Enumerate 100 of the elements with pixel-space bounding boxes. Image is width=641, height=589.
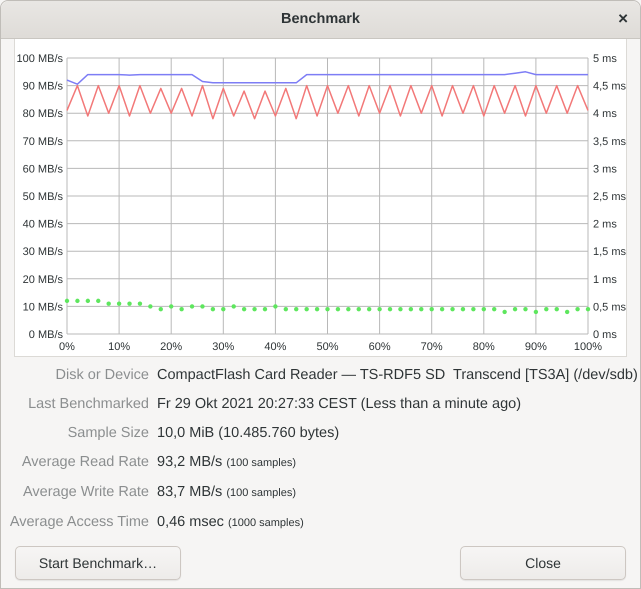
point (366, 306, 372, 312)
close-button[interactable]: × (614, 8, 632, 29)
point (512, 306, 518, 312)
y-axis-label: 70 MB/s (22, 136, 63, 148)
point (96, 298, 100, 304)
point (294, 306, 298, 312)
x-axis-label: 90% (524, 341, 547, 353)
point (304, 306, 309, 312)
point (356, 306, 361, 312)
y-axis-label: 1 ms (593, 274, 617, 286)
y-axis-label: 10 MB/s (22, 301, 63, 314)
y-axis-label: 30 MB/s (22, 246, 63, 258)
point (492, 306, 496, 312)
point (106, 301, 111, 306)
y-axis-label: 90 MB/s (22, 80, 63, 93)
y-axis-label: 100 MB/s (16, 53, 63, 65)
y-axis-label: 20 MB/s (22, 274, 63, 286)
point (221, 306, 226, 312)
detail-label: Average Read Rate (20, 453, 149, 472)
point (284, 306, 288, 312)
detail-label: Sample Size (66, 424, 149, 443)
point (440, 306, 444, 312)
point (408, 306, 414, 312)
detail-value: 93,2 MB/s (100 samples) (157, 453, 298, 472)
point (502, 310, 507, 314)
point (262, 306, 268, 312)
detail-label: Average Access Time (8, 513, 149, 532)
point (158, 306, 163, 312)
detail-value: Fr 29 Okt 2021 20:27:33 CEST (Less than a minute ago) (157, 395, 522, 414)
x-axis-label: 100% (574, 341, 602, 353)
point (564, 310, 570, 314)
point (471, 306, 476, 312)
y-axis-label: 3,5 ms (593, 136, 626, 148)
y-axis-label: 50 MB/s (22, 191, 63, 203)
point (75, 298, 80, 304)
x-axis-label: 60% (368, 341, 391, 353)
point (210, 306, 216, 312)
detail-value: 10,0 MiB (10.485.760 bytes) (157, 424, 340, 443)
point (325, 306, 330, 312)
point (398, 306, 403, 312)
y-axis-label: 60 MB/s (22, 163, 63, 176)
point (242, 306, 246, 312)
point (127, 301, 132, 306)
point (148, 304, 153, 309)
y-axis-label: 1,5 ms (593, 246, 626, 258)
y-axis-label: 80 MB/s (22, 108, 63, 120)
point (179, 306, 184, 312)
detail-value: CompactFlash Card Reader — TS-RDF5 SD Transcend [TS3A] (/dev/sdb) (157, 366, 638, 385)
x-axis-label: 0% (59, 341, 75, 353)
point (346, 306, 351, 312)
point (388, 306, 392, 312)
y-axis-label: 0 MB/s (28, 329, 63, 341)
detail-value: 0,46 msec (1000 samples) (157, 513, 305, 532)
point (575, 306, 580, 312)
point (544, 306, 549, 312)
x-axis-label: 40% (264, 341, 286, 353)
detail-label: Disk or Device (54, 366, 149, 385)
y-axis-label: 3 ms (593, 163, 617, 176)
x-axis-label: 10% (108, 341, 130, 353)
point (377, 306, 382, 312)
point (116, 301, 122, 306)
x-axis-label: 30% (212, 341, 234, 353)
point (534, 310, 538, 314)
point (169, 304, 174, 309)
x-axis-label: 50% (316, 341, 339, 353)
point (252, 306, 257, 312)
point (430, 306, 434, 312)
point (419, 306, 424, 312)
point (523, 306, 528, 312)
point (450, 306, 455, 312)
point (314, 306, 320, 312)
point (232, 304, 236, 309)
point (586, 306, 590, 312)
point (200, 304, 205, 309)
close-button[interactable]: Close (460, 546, 626, 580)
y-axis-label: 2 ms (593, 218, 617, 231)
y-axis-label: 4,5 ms (593, 80, 626, 93)
y-axis-label: 4 ms (593, 108, 617, 120)
y-axis-label: 0 ms (593, 329, 617, 341)
point (554, 306, 559, 312)
detail-value: 83,7 MB/s (100 samples) (157, 483, 298, 502)
x-axis-label: 80% (472, 341, 495, 353)
y-axis-label: 40 MB/s (22, 218, 63, 231)
point (273, 304, 278, 309)
detail-label: Last Benchmarked (27, 395, 149, 414)
point (336, 306, 340, 312)
y-axis-label: 5 ms (593, 53, 617, 65)
point (190, 304, 194, 309)
y-axis-label: 2,5 ms (593, 191, 626, 203)
point (138, 301, 142, 306)
point (86, 298, 90, 304)
x-axis-label: 20% (160, 341, 182, 353)
point (460, 306, 466, 312)
y-axis-label: 0,5 ms (593, 301, 626, 314)
start-benchmark-button[interactable]: Start Benchmark… (15, 546, 181, 580)
x-axis-label: 70% (420, 341, 443, 353)
detail-label: Average Write Rate (22, 483, 149, 502)
point (482, 306, 486, 312)
point (64, 298, 70, 304)
window-title: Benchmark (281, 10, 360, 29)
